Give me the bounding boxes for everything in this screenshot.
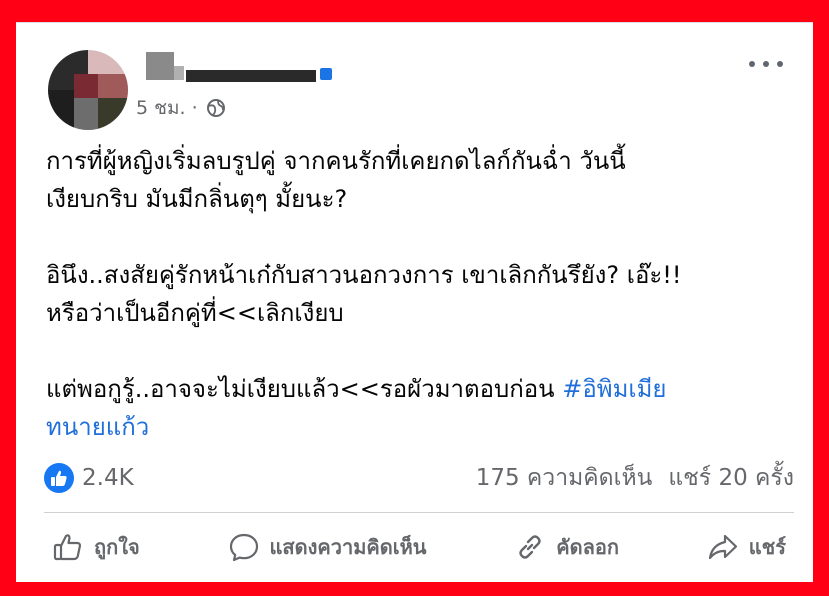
name-pixel <box>174 66 184 80</box>
post-line: แต่พอกูรู้..อาจจะไม่เงียบแล้ว<<รอผัวมาตอ… <box>46 370 786 408</box>
globe-icon <box>206 99 225 117</box>
more-dot <box>763 61 769 67</box>
copy-link-icon <box>519 535 541 559</box>
avatar-pixel <box>48 90 74 130</box>
post-line-gap <box>46 332 786 370</box>
avatar-pixel <box>74 98 98 130</box>
like-count-text: 2.4K <box>82 465 134 491</box>
like-count[interactable]: 2.4K <box>44 463 134 493</box>
author-name-redacted[interactable] <box>146 52 346 88</box>
like-thumb-icon <box>51 470 67 486</box>
share-button-label: แชร์ <box>748 535 786 559</box>
action-bar: ถูกใจ แสดงความคิดเห็น คัดลอก แชร์ <box>44 522 794 572</box>
post-line: การที่ผู้หญิงเริ่มลบรูปคู่ จากคนรักที่เค… <box>46 147 626 175</box>
avatar-pixel <box>98 74 128 98</box>
comment-count[interactable]: 175 ความคิดเห็น <box>476 460 653 496</box>
post-line: อินึง..สงสัยคู่รักหน้าเก๋กับสาวนอกวงการ … <box>46 261 682 289</box>
like-button[interactable]: ถูกใจ <box>44 527 148 567</box>
post-meta: 5 ชม. · <box>136 96 226 120</box>
actions-divider <box>44 512 794 513</box>
avatar-pixel <box>74 74 98 98</box>
share-button[interactable]: แชร์ <box>699 527 794 567</box>
post-line: หรือว่าเป็นอีกคู่ที่<<เลิกเงียบ <box>46 299 344 327</box>
comment-button-label: แสดงความคิดเห็น <box>269 535 427 559</box>
share-count[interactable]: แชร์ 20 ครั้ง <box>668 460 794 496</box>
avatar-pixel <box>98 98 128 130</box>
name-pixel <box>146 52 174 80</box>
share-arrow-icon <box>708 534 737 560</box>
post-line-text: แต่พอกูรู้..อาจจะไม่เงียบแล้ว<<รอผัวมาตอ… <box>46 375 563 403</box>
post-card: 5 ชม. · การที่ผู้หญิงเริ่มลบรูปคู่ จากคน… <box>16 22 813 582</box>
more-dot <box>777 61 783 67</box>
post-timestamp[interactable]: 5 ชม. · <box>136 93 198 123</box>
hashtag-link[interactable]: #อิพิมเมีย <box>562 375 666 403</box>
more-icon[interactable] <box>749 54 783 74</box>
post-line-gap <box>46 218 786 256</box>
copy-button-label: คัดลอก <box>556 535 619 559</box>
post-line: ทนายแก้ว <box>46 408 786 446</box>
comment-bubble-icon <box>229 533 258 562</box>
stats-right: 175 ความคิดเห็น แชร์ 20 ครั้ง <box>476 460 794 496</box>
verified-badge-icon <box>320 68 332 80</box>
copy-button[interactable]: คัดลอก <box>506 527 627 567</box>
post-stats: 2.4K 175 ความคิดเห็น แชร์ 20 ครั้ง <box>44 460 794 496</box>
more-dot <box>749 61 755 67</box>
top-divider <box>16 22 813 23</box>
like-reaction-icon <box>44 463 74 493</box>
name-pixel <box>186 70 316 82</box>
post-text: การที่ผู้หญิงเริ่มลบรูปคู่ จากคนรักที่เค… <box>46 142 786 446</box>
like-thumb-icon <box>53 534 82 561</box>
avatar[interactable] <box>48 50 128 130</box>
comment-button[interactable]: แสดงความคิดเห็น <box>220 527 435 567</box>
hashtag-link[interactable]: ทนายแก้ว <box>46 413 149 441</box>
post-line: เงียบกริบ มันมีกลิ่นตุๆ มั้ยนะ? <box>46 185 348 213</box>
like-button-label: ถูกใจ <box>94 535 140 559</box>
